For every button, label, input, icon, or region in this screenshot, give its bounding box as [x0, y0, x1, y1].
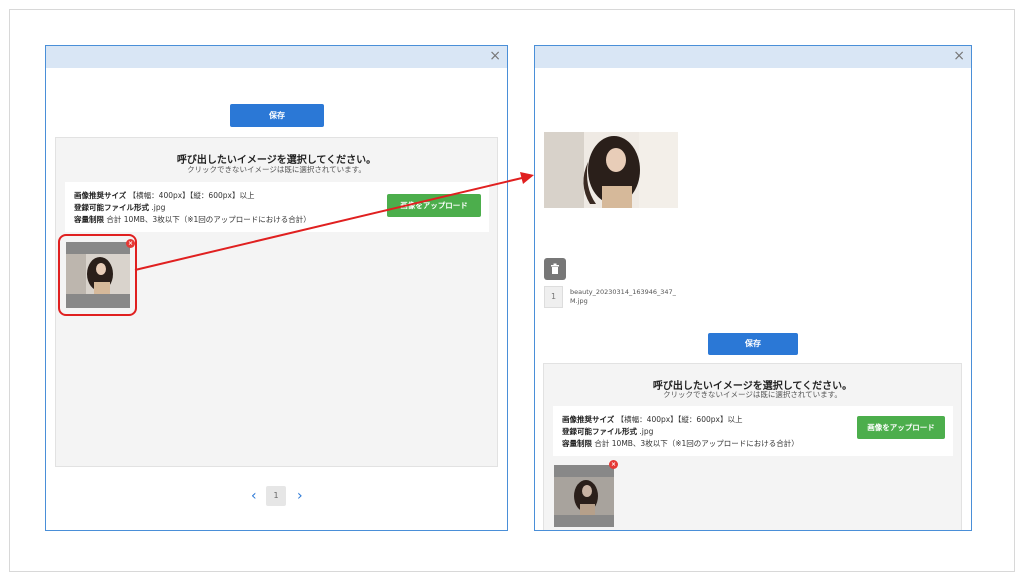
chevron-right-icon[interactable]: › — [297, 488, 303, 504]
size-label: 画像推奨サイズ — [74, 191, 127, 200]
image-select-modal-left: × 保存 呼び出したいイメージを選択してください。 クリックできないイメージは既… — [45, 45, 508, 531]
limit-info: 容量制限 合計 10MB、3枚以下（※1回のアップロードにおける合計） — [562, 438, 799, 449]
size-value: 【横幅：400px】【縦：600px】以上 — [128, 191, 255, 200]
limit-value: 合計 10MB、3枚以下（※1回のアップロードにおける合計） — [594, 439, 799, 448]
pagination: ‹ 1 › — [251, 486, 311, 510]
image-select-modal-right: × 1 beauty_20230314_163946_347_M.jpg 保存 … — [534, 45, 972, 531]
thumbnail-highlight — [58, 234, 137, 316]
panel-subtitle: クリックできないイメージは既に選択されています。 — [663, 390, 842, 399]
page-number[interactable]: 1 — [266, 486, 286, 506]
trash-icon — [551, 263, 559, 274]
size-info: 画像推奨サイズ 【横幅：400px】【縦：600px】以上 — [74, 190, 254, 201]
limit-label: 容量制限 — [74, 215, 104, 224]
upload-info-box: 画像推奨サイズ 【横幅：400px】【縦：600px】以上 登録可能ファイル形式… — [65, 182, 489, 232]
chevron-left-icon[interactable]: ‹ — [251, 488, 257, 504]
save-button[interactable]: 保存 — [708, 333, 798, 355]
modal-header: × — [535, 46, 971, 68]
upload-info-box: 画像推奨サイズ 【横幅：400px】【縦：600px】以上 登録可能ファイル形式… — [553, 406, 953, 456]
selected-image-preview — [544, 132, 678, 208]
format-value: .jpg — [639, 427, 654, 436]
format-label: 登録可能ファイル形式 — [74, 203, 149, 212]
close-icon[interactable]: × — [489, 48, 501, 64]
image-library-panel: 呼び出したいイメージを選択してください。 クリックできないイメージは既に選択され… — [543, 363, 962, 530]
format-label: 登録可能ファイル形式 — [562, 427, 637, 436]
upload-button[interactable]: 画像をアップロード — [387, 194, 481, 217]
size-value: 【横幅：400px】【縦：600px】以上 — [616, 415, 743, 424]
remove-icon[interactable]: × — [609, 460, 618, 469]
format-info: 登録可能ファイル形式 .jpg — [562, 426, 653, 437]
modal-header: × — [46, 46, 507, 68]
portrait-photo — [554, 477, 614, 515]
file-name: beauty_20230314_163946_347_M.jpg — [570, 288, 676, 305]
format-info: 登録可能ファイル形式 .jpg — [74, 202, 165, 213]
close-icon[interactable]: × — [953, 48, 965, 64]
format-value: .jpg — [151, 203, 166, 212]
delete-button[interactable] — [544, 258, 566, 280]
size-label: 画像推奨サイズ — [562, 415, 615, 424]
save-button[interactable]: 保存 — [230, 104, 324, 127]
size-info: 画像推奨サイズ 【横幅：400px】【縦：600px】以上 — [562, 414, 742, 425]
file-index: 1 — [544, 286, 563, 308]
image-thumbnail[interactable] — [554, 465, 614, 527]
limit-info: 容量制限 合計 10MB、3枚以下（※1回のアップロードにおける合計） — [74, 214, 311, 225]
upload-button[interactable]: 画像をアップロード — [857, 416, 945, 439]
limit-label: 容量制限 — [562, 439, 592, 448]
panel-subtitle: クリックできないイメージは既に選択されています。 — [187, 165, 366, 174]
limit-value: 合計 10MB、3枚以下（※1回のアップロードにおける合計） — [106, 215, 311, 224]
